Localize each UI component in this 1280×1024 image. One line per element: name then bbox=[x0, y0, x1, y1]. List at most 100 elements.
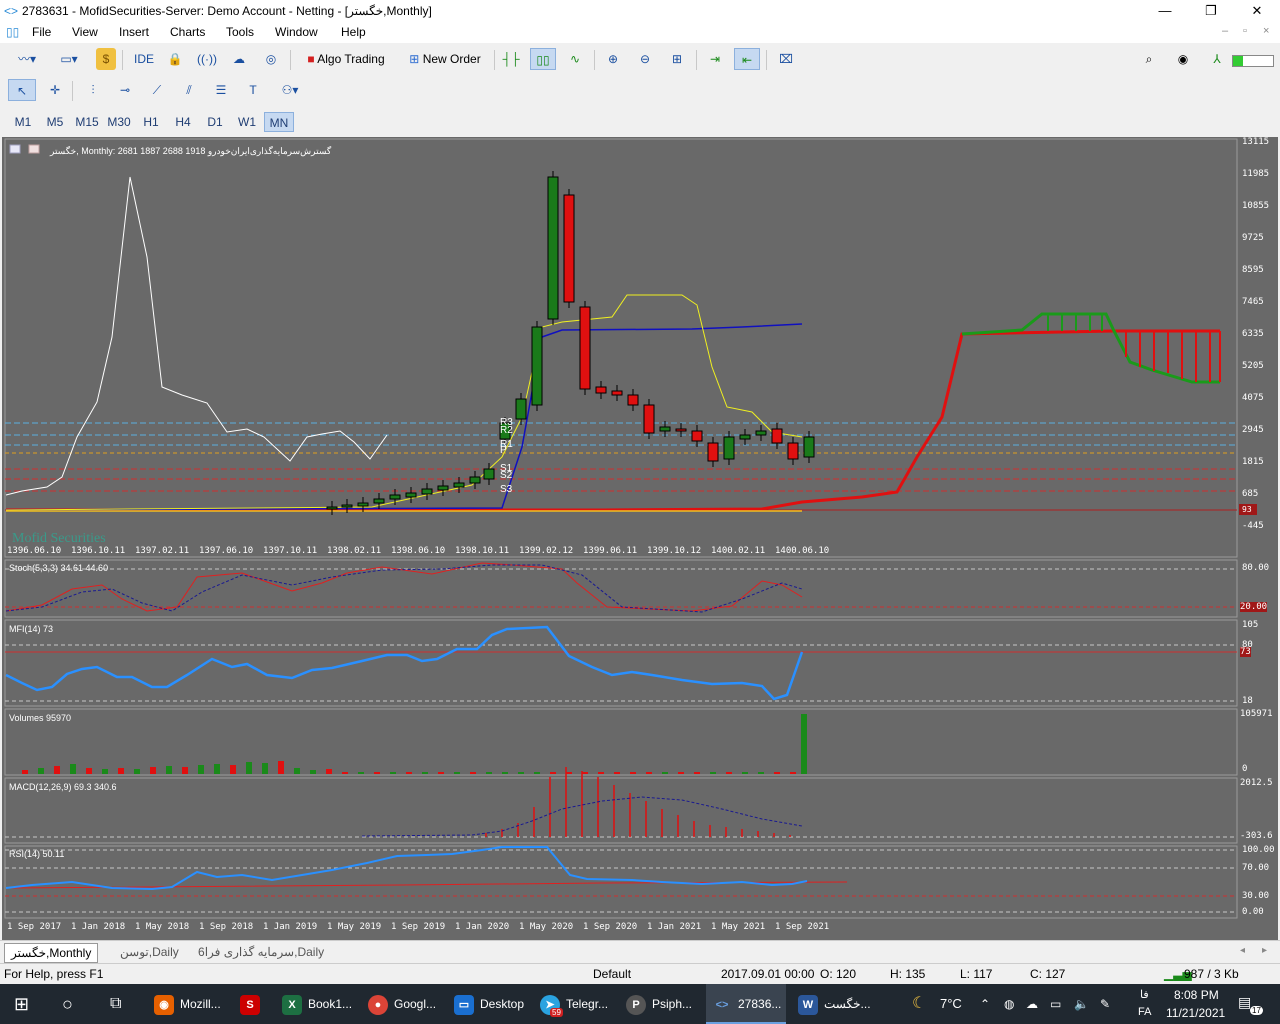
tab-scroll-left-icon[interactable]: ◂ bbox=[1240, 945, 1245, 956]
autoscroll-icon[interactable]: ⇥ bbox=[704, 48, 726, 70]
trendline-icon[interactable]: ⟋ bbox=[146, 79, 168, 101]
ide-button[interactable]: IDE bbox=[132, 48, 156, 70]
volume-bar bbox=[198, 765, 204, 774]
market-icon[interactable]: ◎ bbox=[260, 48, 282, 70]
timeframe-m15[interactable]: M15 bbox=[72, 112, 102, 132]
close-button[interactable]: ✕ bbox=[1234, 0, 1280, 22]
timeframe-m5[interactable]: M5 bbox=[40, 112, 70, 132]
timeframe-h1[interactable]: H1 bbox=[136, 112, 166, 132]
stoch-label: Stoch(5,3,3) 34.61 44.60 bbox=[9, 563, 109, 573]
taskbar-desktop[interactable]: ▭ Desktop bbox=[454, 984, 524, 1024]
zoom-out-icon[interactable]: ⊖ bbox=[634, 48, 656, 70]
mdi-minimize-icon[interactable]: – bbox=[1222, 25, 1228, 37]
chart-type-icon[interactable]: 〰▾ bbox=[10, 48, 44, 70]
screenshot-icon[interactable]: ⌧ bbox=[774, 48, 798, 70]
menu-view[interactable]: View bbox=[72, 25, 98, 39]
lock-icon[interactable]: 🔒 bbox=[164, 48, 186, 70]
account-icon[interactable]: ◉ bbox=[1172, 48, 1194, 70]
taskbar-app-red[interactable]: S bbox=[240, 984, 270, 1024]
chart-menu-icon[interactable]: ▯▯ bbox=[6, 25, 19, 39]
weather-icon[interactable]: ☾ bbox=[912, 984, 926, 1024]
notifications-count: 17 bbox=[1250, 1006, 1263, 1015]
mdi-close-icon[interactable]: × bbox=[1263, 25, 1269, 37]
taskbar-chrome[interactable]: ● Googl... bbox=[368, 984, 436, 1024]
zoom-in-icon[interactable]: ⊕ bbox=[602, 48, 624, 70]
status-open: O: 120 bbox=[820, 967, 857, 981]
crosshair-icon[interactable]: ✛ bbox=[44, 79, 66, 101]
menu-help[interactable]: Help bbox=[341, 25, 366, 39]
search-taskbar-icon[interactable]: ○ bbox=[62, 984, 73, 1024]
timeframe-h4[interactable]: H4 bbox=[168, 112, 198, 132]
volume-bar bbox=[470, 772, 476, 774]
tray-pen-icon[interactable]: ✎ bbox=[1100, 984, 1110, 1024]
fibonacci-icon[interactable]: ☰ bbox=[210, 79, 232, 101]
windows-start-icon[interactable]: ⊞ bbox=[14, 984, 29, 1024]
taskbar-firefox[interactable]: ◉ Mozill... bbox=[154, 984, 221, 1024]
weather-temp[interactable]: 7°C bbox=[940, 984, 962, 1024]
date-label-top: 1397.10.11 bbox=[263, 546, 318, 556]
dollar-icon[interactable]: $ bbox=[96, 48, 116, 70]
tab-khgostar-monthly[interactable]: خگستر,Monthly bbox=[4, 943, 99, 963]
algo-trading-button[interactable]: ■ Algo Trading bbox=[298, 48, 394, 70]
tab-farasgaz-daily[interactable]: سرمایه گذاری فرا6,Daily bbox=[192, 943, 330, 961]
macd-label: MACD(12,26,9) 69.3 340.6 bbox=[9, 782, 117, 792]
timeframe-mn[interactable]: MN bbox=[264, 112, 294, 132]
tray-display-icon[interactable]: ▭ bbox=[1050, 984, 1061, 1024]
chart-window[interactable]: Mofid Securities خگستر, Monthly: 2681 18… bbox=[2, 137, 1278, 940]
channel-icon[interactable]: ⫽ bbox=[178, 79, 200, 101]
menu-insert[interactable]: Insert bbox=[119, 25, 149, 39]
taskbar-metatrader[interactable]: <> 27836... bbox=[706, 984, 786, 1024]
candlestick-icon[interactable]: ▯▯ bbox=[530, 48, 556, 70]
tab-tosan-daily[interactable]: توسن,Daily bbox=[114, 943, 185, 961]
volume-bar bbox=[614, 772, 620, 774]
taskbar-telegram[interactable]: ➤ Telegr... bbox=[540, 984, 608, 1024]
horizontal-line-icon[interactable]: ⊸ bbox=[114, 79, 136, 101]
vertical-line-icon[interactable]: ⫶ bbox=[82, 79, 104, 101]
tile-windows-icon[interactable]: ⊞ bbox=[666, 48, 688, 70]
volume-bar bbox=[646, 772, 652, 774]
chart-tabs: خگستر,Monthly توسن,Daily سرمایه گذاری فر… bbox=[0, 940, 1280, 963]
chart-shift-icon[interactable]: ⇤ bbox=[734, 48, 760, 70]
tray-chevron-icon[interactable]: ⌃ bbox=[980, 984, 990, 1024]
timeframe-m1[interactable]: M1 bbox=[8, 112, 38, 132]
menu-file[interactable]: File bbox=[32, 25, 51, 39]
cloud-icon[interactable]: ☁ bbox=[228, 48, 250, 70]
date-label-top: 1397.06.10 bbox=[199, 546, 254, 556]
tab-scroll-right-icon[interactable]: ▸ bbox=[1262, 945, 1267, 956]
psiphon-icon: P bbox=[626, 994, 646, 1015]
task-view-icon[interactable]: ⧉ bbox=[110, 984, 121, 1024]
menu-charts[interactable]: Charts bbox=[170, 25, 205, 39]
timeframe-d1[interactable]: D1 bbox=[200, 112, 230, 132]
date-label-bottom: 1 Sep 2019 bbox=[391, 922, 446, 932]
tray-onedrive-icon[interactable]: ☁ bbox=[1026, 984, 1038, 1024]
volume-bar bbox=[550, 772, 556, 774]
cursor-icon[interactable]: ↖ bbox=[8, 79, 36, 101]
taskbar-excel[interactable]: X Book1... bbox=[282, 984, 352, 1024]
shapes-icon[interactable]: ⚇▾ bbox=[272, 79, 308, 101]
mdi-restore-icon[interactable]: ▫ bbox=[1243, 25, 1247, 37]
volume-bar bbox=[262, 763, 268, 774]
timeframe-m30[interactable]: M30 bbox=[104, 112, 134, 132]
restore-button[interactable]: ❐ bbox=[1188, 0, 1234, 22]
signal-strength-icon[interactable]: ⅄ bbox=[1206, 48, 1228, 70]
lang-indicator-2[interactable]: FA bbox=[1138, 1006, 1151, 1018]
taskbar-psiphon[interactable]: P Psiph... bbox=[626, 984, 692, 1024]
new-chart-icon[interactable]: ▭▾ bbox=[52, 48, 86, 70]
tray-network-icon[interactable]: ◍ bbox=[1004, 984, 1014, 1024]
new-order-button[interactable]: ⊞ New Order bbox=[400, 48, 490, 70]
lang-indicator[interactable]: فا bbox=[1140, 988, 1149, 1001]
timeframe-w1[interactable]: W1 bbox=[232, 112, 262, 132]
tray-volume-icon[interactable]: 🔈 bbox=[1074, 984, 1089, 1024]
line-chart-icon[interactable]: ∿ bbox=[564, 48, 586, 70]
taskbar-word[interactable]: W خگست... bbox=[798, 984, 871, 1024]
search-icon[interactable]: ⌕ bbox=[1138, 48, 1160, 70]
chart-canvas[interactable]: Mofid Securities bbox=[2, 137, 1278, 940]
menu-tools[interactable]: Tools bbox=[226, 25, 254, 39]
minimize-button[interactable]: — bbox=[1142, 0, 1188, 22]
menu-window[interactable]: Window bbox=[275, 25, 318, 39]
signal-icon[interactable]: ((·)) bbox=[196, 48, 218, 70]
clock-time[interactable]: 8:08 PM bbox=[1174, 988, 1219, 1002]
clock-date[interactable]: 11/21/2021 bbox=[1166, 1006, 1225, 1020]
bar-chart-icon[interactable]: ┤├ bbox=[500, 48, 522, 70]
text-icon[interactable]: T bbox=[242, 79, 264, 101]
